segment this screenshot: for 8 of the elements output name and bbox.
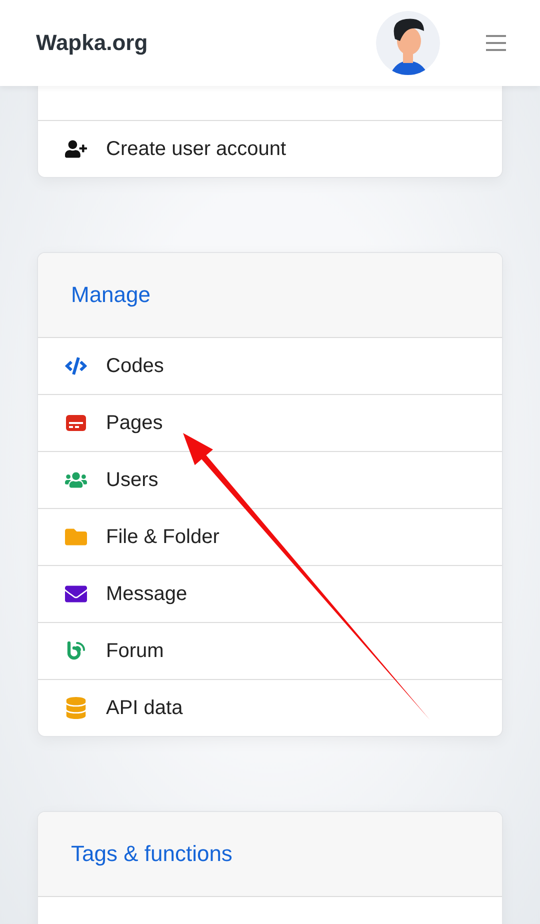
menu-item[interactable]: Create user account (38, 121, 502, 177)
brand-name[interactable]: Wapka.org (36, 30, 376, 56)
avatar-icon[interactable] (376, 11, 440, 75)
section-title: Manage (71, 282, 151, 308)
menu-item[interactable]: API data (38, 679, 502, 736)
menu-item[interactable]: Codes (38, 338, 502, 394)
section-title: Tags & functions (71, 841, 232, 867)
menu-button[interactable] (486, 35, 506, 51)
